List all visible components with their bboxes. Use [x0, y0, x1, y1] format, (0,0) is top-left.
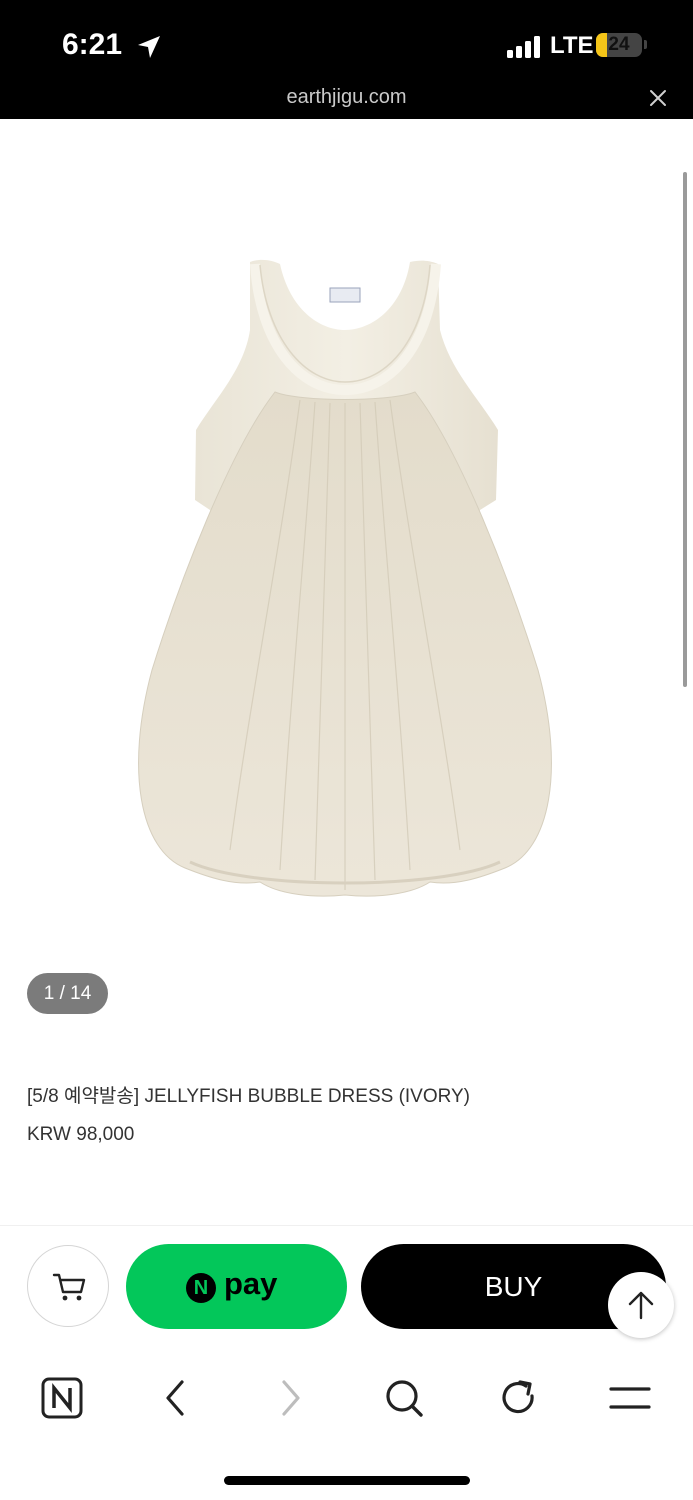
product-price: KRW 98,000 — [27, 1124, 135, 1145]
network-type: LTE — [550, 32, 594, 59]
naver-pay-button[interactable]: N pay — [126, 1244, 347, 1329]
cart-icon — [52, 1273, 86, 1301]
close-icon[interactable] — [646, 86, 670, 110]
menu-icon — [609, 1387, 651, 1409]
forward-button[interactable] — [266, 1374, 314, 1422]
product-image[interactable] — [110, 250, 580, 910]
naver-pay-label: pay — [224, 1266, 278, 1301]
signal-bars-icon — [507, 36, 540, 58]
image-counter: 1 / 14 — [27, 973, 108, 1014]
back-button[interactable] — [152, 1374, 200, 1422]
page-scrollbar[interactable] — [683, 172, 687, 687]
naver-home-button[interactable] — [38, 1374, 86, 1422]
refresh-icon — [502, 1380, 534, 1414]
search-icon — [386, 1380, 423, 1417]
search-button[interactable] — [380, 1374, 428, 1422]
naver-n-icon: N — [186, 1273, 216, 1303]
refresh-button[interactable] — [494, 1374, 542, 1422]
naver-logo-icon — [41, 1377, 83, 1419]
menu-button[interactable] — [606, 1374, 654, 1422]
product-title: [5/8 예약발송] JELLYFISH BUBBLE DRESS (IVORY… — [27, 1086, 471, 1107]
status-time: 6:21 — [62, 28, 123, 61]
cart-button[interactable] — [27, 1245, 109, 1327]
status-bar: 6:21 LTE 24 earthjigu.com — [0, 0, 693, 119]
battery-icon: 24 — [596, 33, 642, 57]
chevron-left-icon — [166, 1380, 184, 1416]
url-bar[interactable]: earthjigu.com — [0, 86, 693, 109]
location-arrow-icon — [138, 36, 160, 58]
battery-percent: 24 — [608, 34, 630, 55]
chevron-right-icon — [282, 1380, 300, 1416]
arrow-up-icon — [628, 1291, 654, 1320]
home-indicator — [224, 1476, 470, 1485]
scroll-to-top-button[interactable] — [608, 1272, 674, 1338]
battery-tip — [644, 40, 647, 49]
